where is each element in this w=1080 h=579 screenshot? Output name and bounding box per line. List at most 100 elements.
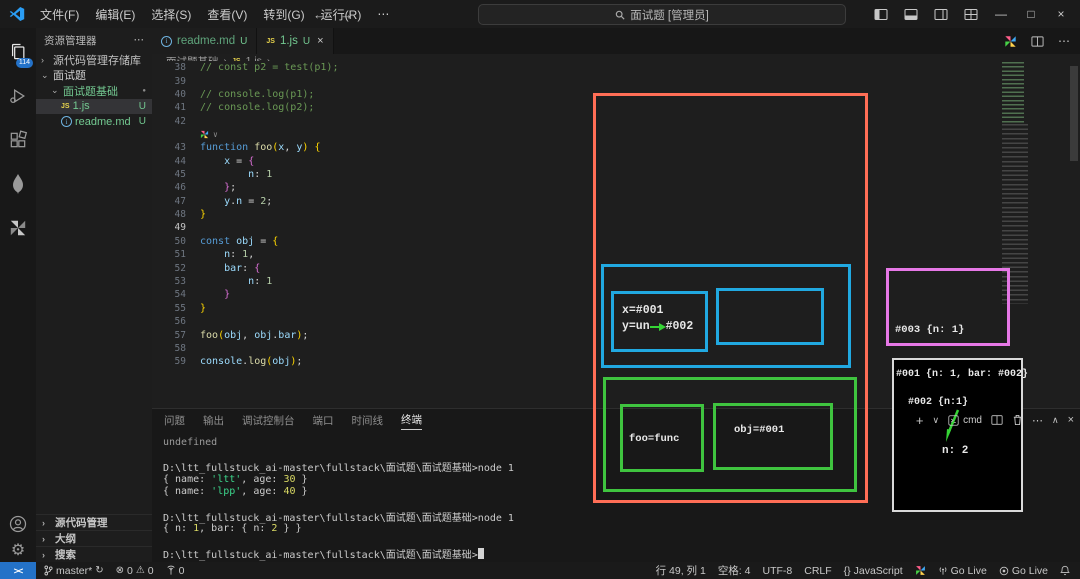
code-token: }: [200, 209, 207, 221]
indentation[interactable]: 空格: 4: [718, 563, 751, 578]
toggle-panel-icon[interactable]: [898, 2, 924, 26]
plugin-pinwheel-icon[interactable]: [0, 210, 36, 246]
sidebar-section-2[interactable]: › 搜索: [36, 546, 152, 562]
problems-status[interactable]: ⊗ 0 ⚠ 0: [116, 565, 154, 577]
explorer-sidebar: 资源管理器 ⋯ › 源代码管理存储库 ⌄ 面试题 ⌄ 面试题基础 ● JS 1.js Ui read…: [36, 28, 153, 562]
code-text: }: [200, 303, 206, 314]
toggle-secondary-sidebar-icon[interactable]: [928, 2, 954, 26]
terminal-toolbar: + ∨ cmd ⋯ ∧ ×: [916, 412, 1074, 428]
minimize-button[interactable]: —: [988, 2, 1014, 26]
editor-scrollbar[interactable]: [1070, 66, 1078, 161]
tree-item-mianshiti[interactable]: ⌄ 面试题: [36, 68, 152, 84]
ports-status[interactable]: 0: [166, 565, 184, 577]
menu-item-1[interactable]: 编辑(E): [87, 3, 143, 26]
menu-item-0[interactable]: 文件(F): [32, 3, 87, 26]
panel-tab-0[interactable]: 问题: [164, 413, 185, 430]
ai-plugin-icon[interactable]: [1004, 35, 1017, 48]
file-tree: › 源代码管理存储库 ⌄ 面试题 ⌄ 面试题基础 ● JS 1.js Ui readme.md U: [36, 52, 152, 130]
go-live-button[interactable]: Go Live: [938, 565, 987, 577]
editor-tab-0[interactable]: i readme.md U: [152, 28, 258, 54]
menu-item-4[interactable]: 转到(G): [255, 3, 312, 26]
error-icon: ⊗: [115, 565, 124, 576]
menu-item-2[interactable]: 选择(S): [143, 3, 199, 26]
split-terminal-icon[interactable]: [991, 414, 1003, 426]
git-branch-status[interactable]: master* ↻: [44, 565, 104, 577]
code-line[interactable]: 39: [152, 74, 1080, 87]
panel-more-icon[interactable]: ⋯: [1032, 414, 1043, 427]
search-icon: [615, 10, 625, 20]
sidebar-section-0[interactable]: › 源代码管理: [36, 514, 152, 530]
run-debug-icon[interactable]: [0, 78, 36, 114]
eol-sequence[interactable]: CRLF: [804, 565, 831, 577]
tree-item-1js[interactable]: JS 1.js U: [36, 98, 152, 114]
status-left: master* ↻ ⊗ 0 ⚠ 0 0: [36, 565, 656, 577]
chevron-down-icon[interactable]: ∨: [932, 415, 939, 426]
close-window-button[interactable]: ×: [1048, 2, 1074, 26]
split-editor-icon[interactable]: [1031, 35, 1044, 48]
tree-item-label: 1.js: [72, 100, 90, 113]
panel-tab-1[interactable]: 输出: [203, 413, 224, 430]
close-panel-icon[interactable]: ×: [1068, 414, 1074, 426]
cursor-position[interactable]: 行 49, 列 1: [656, 563, 706, 578]
line-number: 49: [174, 222, 186, 234]
code-token: ;: [230, 182, 237, 194]
line-number: 45: [174, 168, 186, 180]
sync-icon: ↻: [95, 565, 104, 576]
customize-layout-icon[interactable]: [958, 2, 984, 26]
language-mode[interactable]: {} JavaScript: [844, 565, 903, 577]
menu-item-6[interactable]: ⋯: [369, 4, 397, 24]
new-terminal-icon[interactable]: +: [916, 413, 924, 428]
back-icon[interactable]: ←: [313, 7, 326, 22]
maximize-button[interactable]: □: [1018, 2, 1044, 26]
terminal-instance[interactable]: cmd: [948, 415, 982, 426]
tree-item-label: 源代码管理存储库: [53, 54, 141, 67]
terminal-name: cmd: [963, 414, 982, 426]
forward-icon[interactable]: →: [340, 7, 353, 22]
code-token: , age:: [241, 486, 284, 498]
panel-tab-4[interactable]: 时间线: [352, 413, 384, 430]
encoding[interactable]: UTF-8: [763, 565, 793, 577]
close-tab-icon[interactable]: ×: [317, 35, 323, 47]
chevron-down-icon[interactable]: ∨: [213, 130, 218, 139]
panel-tab-3[interactable]: 端口: [313, 413, 334, 430]
sidebar-section-1[interactable]: › 大纲: [36, 530, 152, 546]
editor-tab-1[interactable]: JS 1.js U ×: [257, 28, 334, 54]
ai-plugin-status-icon[interactable]: [915, 565, 926, 576]
section-label: 源代码管理: [55, 517, 108, 529]
kill-terminal-icon[interactable]: [1012, 414, 1023, 426]
tree-item-readme[interactable]: i readme.md U: [36, 114, 152, 130]
warning-icon: ⚠: [135, 565, 145, 576]
code-token: { name:: [163, 486, 212, 498]
panel-tab-5[interactable]: 终端: [401, 412, 422, 430]
editor-more-icon[interactable]: ⋯: [1058, 34, 1070, 48]
code-token: 'ltt': [211, 473, 242, 485]
panel-tab-2[interactable]: 调试控制台: [242, 413, 295, 430]
code-text: foo(obj, obj.bar);: [200, 330, 308, 341]
sidebar-more-icon[interactable]: ⋯: [134, 34, 145, 46]
toggle-sidebar-icon[interactable]: [868, 2, 894, 26]
extensions-icon[interactable]: [0, 122, 36, 158]
mongodb-leaf-icon[interactable]: [0, 166, 36, 202]
notifications-bell-icon[interactable]: [1060, 565, 1070, 576]
maximize-panel-icon[interactable]: ∧: [1052, 415, 1059, 426]
code-line[interactable]: 38 // const p2 = test(p1);: [152, 61, 1080, 74]
go-live-button-2[interactable]: Go Live: [999, 565, 1048, 577]
remote-indicator[interactable]: ><: [0, 562, 36, 579]
annotation-text: #002 {n:1}: [908, 397, 969, 408]
explorer-badge: 114: [15, 58, 33, 68]
tree-item-mianshiti-jichu[interactable]: ⌄ 面试题基础 ●: [36, 83, 152, 99]
line-number: 48: [174, 209, 186, 221]
line-number: 46: [174, 182, 186, 194]
line-number: 43: [174, 142, 186, 154]
annotation-text: y=un #002: [622, 320, 693, 333]
line-number: 59: [174, 356, 186, 368]
command-center-search[interactable]: 面试题 [管理员]: [478, 4, 846, 25]
explorer-icon[interactable]: 114: [0, 34, 36, 70]
tree-item-repos[interactable]: › 源代码管理存储库: [36, 52, 152, 68]
title-bar: 文件(F) 编辑(E) 选择(S) 查看(V) 转到(G) 运行(R) ⋯ ← → 面试题 …: [0, 0, 1080, 29]
menu-item-3[interactable]: 查看(V): [199, 3, 255, 26]
